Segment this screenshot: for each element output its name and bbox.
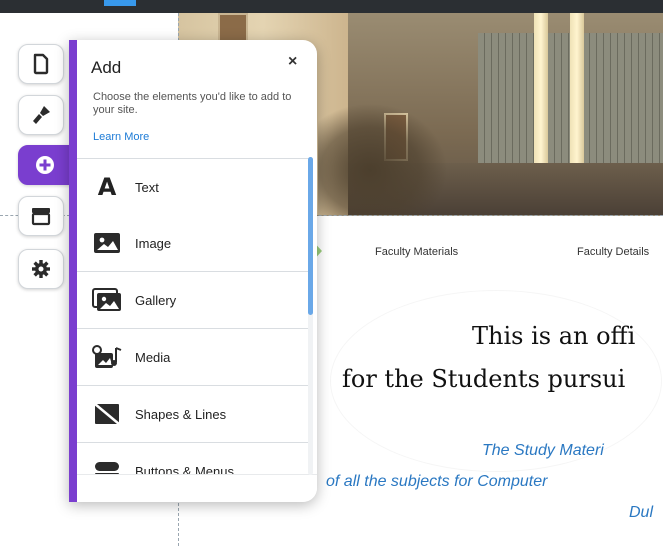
- add-item-label: Image: [135, 235, 172, 251]
- add-item-label: Gallery: [135, 292, 177, 308]
- app-market-button[interactable]: [18, 196, 64, 236]
- add-item-label: Buttons & Menus: [135, 463, 234, 475]
- add-item-label: Text: [135, 179, 159, 195]
- media-icon: [91, 345, 123, 369]
- settings-button[interactable]: [18, 249, 64, 289]
- nav-faculty-materials[interactable]: Faculty Materials: [375, 246, 458, 258]
- page-icon: [33, 53, 49, 75]
- add-item-label: Shapes & Lines: [135, 406, 227, 422]
- top-bar-accent: [104, 0, 136, 6]
- add-item-text[interactable]: A Text: [77, 158, 309, 216]
- subtext-line-2[interactable]: of all the subjects for Computer: [326, 473, 547, 491]
- paintbrush-icon: [33, 106, 50, 124]
- subtext-line-3[interactable]: Dul: [629, 504, 653, 522]
- design-button[interactable]: [18, 95, 64, 135]
- add-item-image[interactable]: Image: [77, 215, 309, 272]
- panel-accent-stripe: [69, 40, 77, 502]
- buttons-icon: [91, 459, 123, 474]
- learn-more-link[interactable]: Learn More: [93, 131, 149, 143]
- pages-button[interactable]: [18, 44, 64, 84]
- store-icon: [31, 208, 51, 226]
- gear-icon: [32, 260, 50, 278]
- add-icon: [36, 156, 54, 174]
- add-button[interactable]: [18, 145, 72, 185]
- image-icon: [91, 231, 123, 255]
- add-item-buttons-menus[interactable]: Buttons & Menus: [77, 443, 309, 474]
- panel-title: Add: [91, 58, 122, 77]
- add-item-label: Media: [135, 349, 171, 365]
- close-icon[interactable]: ×: [288, 53, 297, 71]
- add-panel: Add × Choose the elements you'd like to …: [69, 40, 317, 502]
- add-item-shapes-lines[interactable]: Shapes & Lines: [77, 386, 309, 443]
- nav-faculty-details[interactable]: Faculty Details: [577, 246, 649, 258]
- panel-scrollbar-thumb[interactable]: [308, 157, 313, 315]
- headline-line-1[interactable]: This is an offi: [472, 322, 635, 350]
- add-item-media[interactable]: Media: [77, 329, 309, 386]
- add-item-gallery[interactable]: Gallery: [77, 272, 309, 329]
- subtext-line-1[interactable]: The Study Materi: [482, 442, 604, 460]
- shapes-icon: [91, 402, 123, 426]
- editor-top-bar: [0, 0, 663, 13]
- panel-footer: [77, 474, 317, 502]
- panel-description: Choose the elements you'd like to add to…: [93, 91, 292, 116]
- add-elements-list: A Text Image Gallery Media Shapes & Line…: [77, 158, 317, 474]
- headline-line-2[interactable]: for the Students pursui: [342, 365, 625, 393]
- text-icon: A: [97, 173, 117, 201]
- gallery-icon: [91, 288, 123, 312]
